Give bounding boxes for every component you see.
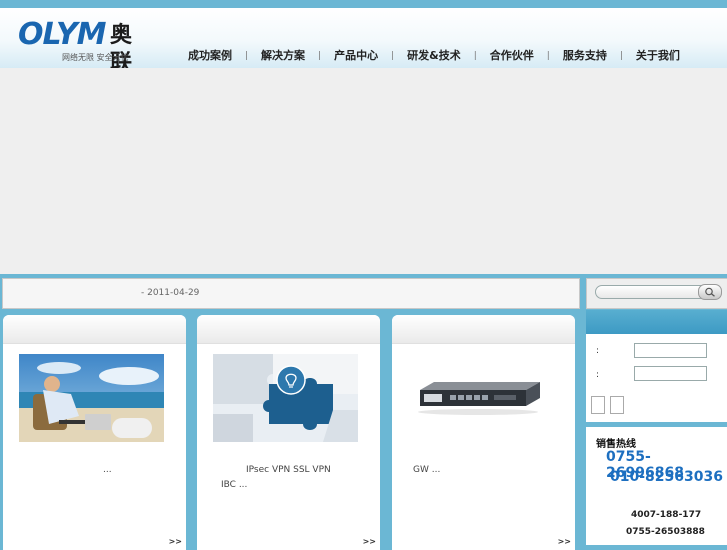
nav-item-about[interactable]: 关于我们 <box>623 48 693 64</box>
logo-slogan: 网络无限 安全无忧 <box>62 53 129 62</box>
search-input[interactable] <box>595 285 711 299</box>
card-text-line: GW ... <box>413 465 441 475</box>
hotline-title: 销售热线 <box>596 439 636 450</box>
card-description: GW ... <box>408 463 563 478</box>
card-header <box>3 315 186 344</box>
nav-item-solutions[interactable]: 解决方案 <box>248 48 318 64</box>
card-image-puzzle[interactable] <box>213 354 358 442</box>
password-input[interactable] <box>634 366 707 381</box>
login-panel: : : <box>586 310 727 422</box>
username-input[interactable] <box>634 343 707 358</box>
news-bar: - 2011-04-29 <box>2 278 580 309</box>
beach-photo <box>19 354 164 442</box>
hotline-number-fax: 0755-26503888 <box>626 527 705 537</box>
nav-item-rnd[interactable]: 研发&技术 <box>394 48 474 64</box>
feature-card-products: GW ... >> <box>392 315 575 550</box>
card-image-beach[interactable] <box>19 354 164 442</box>
logo-brand: OLYM <box>18 17 107 52</box>
card-description: ... <box>19 463 174 478</box>
card-image-device[interactable] <box>408 354 553 442</box>
hotline-number-beijing: 010-82563036 <box>610 469 723 485</box>
login-header <box>586 310 727 334</box>
news-date[interactable]: - 2011-04-29 <box>141 288 199 298</box>
nav-item-cases[interactable]: 成功案例 <box>175 48 245 64</box>
card-description: IPsec VPN SSL VPN IBC ... <box>213 463 368 493</box>
card-text-line: IBC ... <box>221 480 248 490</box>
card-header <box>392 315 575 344</box>
card-header <box>197 315 380 344</box>
nav-item-products[interactable]: 产品中心 <box>321 48 391 64</box>
feature-card-solutions: IPsec VPN SSL VPN IBC ... >> <box>197 315 380 550</box>
login-button[interactable] <box>591 396 605 414</box>
username-label: : <box>596 346 600 356</box>
puzzle-photo <box>213 354 358 442</box>
search-button[interactable] <box>698 284 722 300</box>
card-text-line: ... <box>103 465 112 475</box>
banner-area <box>0 68 727 274</box>
password-label: : <box>596 370 600 380</box>
site-header: OLYM 奥联 网络无限 安全无忧 成功案例 | 解决方案 | 产品中心 | 研… <box>0 8 727 76</box>
feature-card-cases: ... >> <box>3 315 186 550</box>
nav-item-support[interactable]: 服务支持 <box>550 48 620 64</box>
hotline-number-toll-free: 4007-188-177 <box>631 510 702 520</box>
device-photo <box>408 354 553 442</box>
register-button[interactable] <box>610 396 624 414</box>
main-nav: 成功案例 | 解决方案 | 产品中心 | 研发&技术 | 合作伙伴 | 服务支持… <box>175 48 693 64</box>
sales-hotline-panel: 销售热线 0755-26996868 010-82563036 4007-188… <box>586 427 727 545</box>
search-icon <box>705 287 715 297</box>
card-text-line: IPsec VPN SSL VPN <box>246 465 331 475</box>
nav-item-partners[interactable]: 合作伙伴 <box>477 48 547 64</box>
top-strip <box>0 0 727 8</box>
